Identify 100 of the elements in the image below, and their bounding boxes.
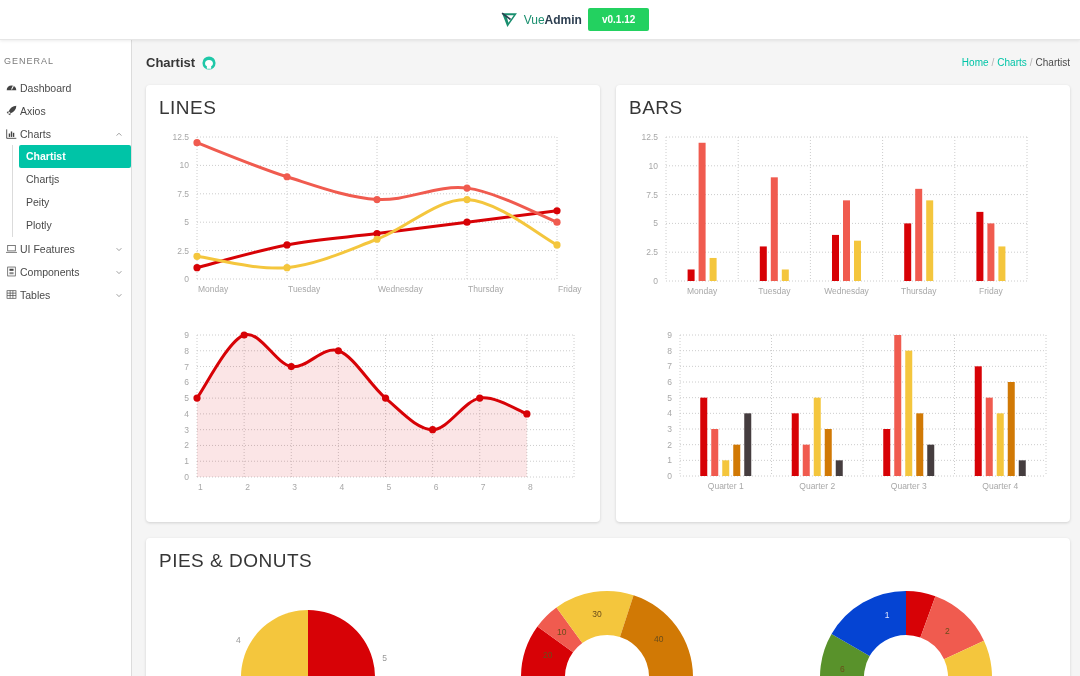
logo-icon: [500, 11, 518, 28]
data-point: [193, 394, 201, 402]
axis-label: 3: [667, 424, 672, 434]
axis-label: 5: [667, 392, 672, 403]
axis-label: 7.5: [646, 189, 658, 200]
slice-label: 1: [884, 609, 890, 620]
axis-label: 7: [667, 361, 672, 372]
axis-label: 10: [648, 160, 658, 171]
sidebar-item-label: Dashboard: [20, 81, 73, 94]
data-point: [476, 394, 484, 402]
axis-label: 4: [184, 408, 189, 419]
axis-label: 0: [184, 472, 189, 482]
axis-label: 5: [386, 482, 392, 492]
data-point: [334, 347, 342, 355]
data-point: [193, 139, 201, 147]
submenu-item[interactable]: Peity: [19, 191, 131, 214]
axis-label: Friday: [979, 286, 1003, 296]
data-point: [193, 252, 201, 260]
axis-label: 6: [667, 377, 672, 387]
data-point: [193, 264, 201, 272]
data-point: [463, 184, 471, 192]
axis-label: 0: [653, 276, 658, 286]
axis-label: 8: [184, 345, 189, 356]
axis-label: 2.5: [177, 245, 189, 256]
github-icon: [202, 55, 217, 70]
sidebar-item-label: Components: [20, 265, 81, 278]
axis-label: Monday: [198, 284, 229, 294]
sidebar-item-label: Charts: [20, 127, 52, 140]
axis-label: 5: [184, 217, 189, 228]
calculator-icon: [6, 266, 17, 277]
pie-slice: [308, 610, 375, 676]
slice-label: 30: [592, 608, 602, 619]
axis-label: 2: [184, 440, 189, 451]
sidebar-item[interactable]: Axios: [0, 99, 131, 122]
breadcrumb-separator: /: [1029, 57, 1033, 68]
data-point: [381, 394, 390, 402]
card-title: PIES & DONUTS: [159, 550, 314, 572]
axis-label: Tuesday: [288, 284, 321, 294]
sidebar-item-label: UI Features: [20, 242, 76, 255]
data-point: [553, 218, 561, 226]
submenu-item[interactable]: Plotly: [19, 214, 131, 237]
data-point: [283, 264, 291, 272]
sidebar-item[interactable]: Tables: [0, 283, 131, 306]
axis-label: 5: [653, 218, 658, 229]
axis-label: Quarter 1: [707, 481, 744, 491]
axis-label: Tuesday: [758, 286, 791, 296]
bar-chart-icon: [6, 128, 17, 139]
data-point: [553, 241, 561, 249]
sidebar-item[interactable]: Components: [0, 260, 131, 283]
axis-label: 9: [184, 330, 189, 340]
data-point: [429, 426, 437, 434]
slice-label: 5: [382, 652, 387, 663]
axis-label: Quarter 3: [890, 481, 927, 491]
section-label: GENERAL: [3, 55, 55, 68]
brand-name[interactable]: VueAdmin: [523, 12, 582, 27]
gauge-icon: [6, 82, 17, 93]
rocket-icon: [6, 105, 17, 116]
data-point: [463, 218, 471, 226]
axis-label: Friday: [558, 284, 582, 294]
data-point: [523, 410, 531, 418]
axis-label: 4: [667, 408, 672, 419]
breadcrumb-current: Chartist: [1035, 57, 1070, 68]
axis-label: Monday: [686, 286, 718, 296]
axis-label: 12.5: [641, 132, 658, 142]
sidebar-item[interactable]: Dashboard: [0, 76, 131, 99]
axis-label: Quarter 4: [982, 481, 1019, 491]
axis-label: 1: [667, 455, 672, 466]
sidebar-item[interactable]: Charts: [0, 122, 131, 145]
axis-label: 0: [184, 274, 189, 284]
axis-label: 4: [339, 482, 345, 492]
data-point: [373, 195, 381, 204]
submenu-item[interactable]: Chartjs: [19, 168, 131, 191]
slice-label: 40: [654, 634, 664, 645]
slice-label: 4: [235, 634, 241, 645]
axis-label: 3: [292, 482, 297, 492]
axis-label: 9: [667, 330, 672, 340]
axis-label: 1: [184, 456, 189, 467]
axis-label: 0: [667, 471, 672, 481]
sidebar-item[interactable]: UI Features: [0, 237, 131, 260]
axis-label: Wednesday: [824, 286, 869, 296]
data-point: [240, 331, 248, 339]
data-point: [463, 195, 471, 204]
breadcrumb-separator: /: [991, 57, 995, 68]
axis-label: 5: [184, 393, 189, 404]
table-icon: [6, 289, 17, 300]
pie-slice: [241, 610, 308, 676]
axis-label: 7.5: [177, 188, 189, 199]
axis-label: 8: [667, 345, 672, 356]
axis-label: 8: [527, 482, 533, 492]
slice-label: 2: [945, 625, 950, 636]
page-title: Chartist: [146, 55, 196, 70]
data-point: [283, 241, 291, 249]
axis-label: 7: [184, 361, 189, 372]
slice-label: 20: [543, 650, 553, 661]
slice-label: 10: [557, 626, 567, 637]
sidebar-item-label: Axios: [20, 104, 47, 117]
axis-label: 2: [667, 439, 672, 450]
axis-label: Thursday: [468, 284, 504, 294]
axis-label: Quarter 2: [799, 481, 836, 491]
data-point: [553, 207, 561, 215]
